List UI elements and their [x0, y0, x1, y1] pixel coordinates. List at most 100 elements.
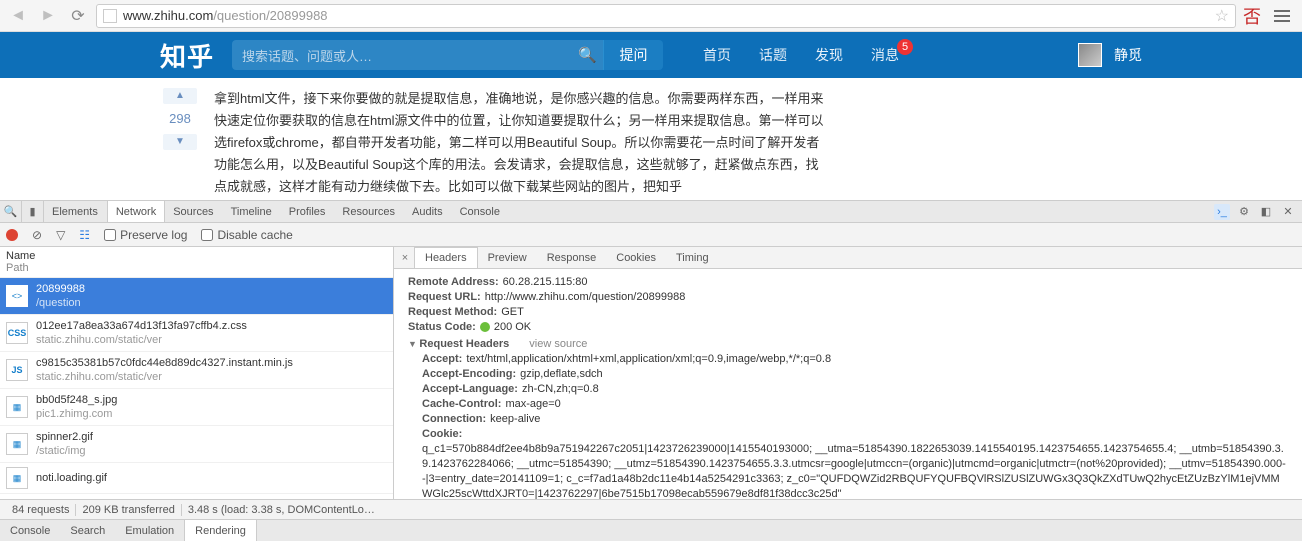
nav-home[interactable]: 首页	[703, 45, 731, 65]
settings-gear-icon[interactable]: ⚙	[1236, 204, 1252, 220]
ask-button[interactable]: 提问	[603, 40, 663, 70]
device-mode-icon[interactable]: ▮	[22, 201, 44, 222]
cache-control-value: max-age=0	[505, 397, 560, 412]
tab-resources[interactable]: Resources	[334, 201, 404, 222]
drawer-tab-rendering[interactable]: Rendering	[184, 520, 257, 541]
hamburger-menu-icon[interactable]	[1272, 6, 1292, 26]
reload-button[interactable]: ⟳	[66, 4, 90, 28]
filter-icon[interactable]: ▽	[56, 228, 65, 242]
vote-widget: ▲ 298 ▼	[160, 88, 200, 198]
detail-tab-response[interactable]: Response	[537, 247, 607, 268]
page-icon	[103, 9, 117, 23]
accept-value: text/html,application/xhtml+xml,applicat…	[466, 352, 831, 367]
search-input[interactable]: 搜索话题、问题或人… 🔍	[232, 40, 607, 70]
request-name: 012ee17a8ea33a674d13f13fa97cffb4.z.css	[36, 319, 247, 333]
tab-console[interactable]: Console	[452, 201, 509, 222]
request-name: bb0d5f248_s.jpg	[36, 393, 117, 407]
cookie-label: Cookie:	[422, 427, 462, 442]
request-row[interactable]: CSS012ee17a8ea33a674d13f13fa97cffb4.z.cs…	[0, 315, 393, 352]
forward-button[interactable]: ►	[36, 4, 60, 28]
accept-encoding-label: Accept-Encoding:	[422, 367, 516, 382]
preserve-log-checkbox[interactable]: Preserve log	[104, 228, 187, 242]
inspect-icon[interactable]: 🔍	[0, 201, 22, 222]
request-path: /static/img	[36, 444, 93, 458]
request-url-value: http://www.zhihu.com/question/20899988	[485, 290, 686, 305]
accept-language-value: zh-CN,zh;q=0.8	[522, 382, 599, 397]
request-path: static.zhihu.com/static/ver	[36, 333, 247, 347]
search-icon[interactable]: 🔍	[578, 46, 597, 64]
request-name: spinner2.gif	[36, 430, 93, 444]
connection-label: Connection:	[422, 412, 486, 427]
detail-tab-timing[interactable]: Timing	[666, 247, 719, 268]
request-url-label: Request URL:	[408, 290, 481, 305]
record-button[interactable]	[6, 229, 18, 241]
request-path: static.zhihu.com/static/ver	[36, 370, 293, 384]
cache-control-label: Cache-Control:	[422, 397, 501, 412]
drawer-tab-search[interactable]: Search	[60, 520, 115, 541]
main-nav: 首页 话题 发现 消息5	[703, 45, 899, 65]
page-content: ▲ 298 ▼ 拿到html文件，接下来你要做的就是提取信息，准确地说，是你感兴…	[0, 78, 1302, 200]
close-detail-icon[interactable]: ×	[396, 247, 414, 268]
site-logo[interactable]: 知乎	[160, 37, 214, 74]
avatar[interactable]	[1078, 43, 1102, 67]
detail-tabs: × Headers Preview Response Cookies Timin…	[394, 247, 1302, 269]
dock-side-icon[interactable]: ◧	[1258, 204, 1274, 220]
nav-discover[interactable]: 发现	[815, 45, 843, 65]
drawer-tab-emulation[interactable]: Emulation	[115, 520, 184, 541]
disable-cache-checkbox[interactable]: Disable cache	[201, 228, 292, 242]
request-path: pic1.zhimg.com	[36, 407, 117, 421]
request-row[interactable]: <>20899988/question	[0, 278, 393, 315]
request-name: noti.loading.gif	[36, 471, 107, 485]
back-button[interactable]: ◄	[6, 4, 30, 28]
user-menu[interactable]: 静觅	[1078, 43, 1142, 67]
tab-audits[interactable]: Audits	[404, 201, 452, 222]
answer-text: 拿到html文件，接下来你要做的就是提取信息，准确地说，是你感兴趣的信息。你需要…	[214, 88, 824, 198]
devtools-tabs: 🔍 ▮ Elements Network Sources Timeline Pr…	[0, 201, 1302, 223]
detail-tab-preview[interactable]: Preview	[478, 247, 537, 268]
file-type-icon: ▦	[6, 396, 28, 418]
load-timing: 3.48 s (load: 3.38 s, DOMContentLo…	[182, 504, 381, 516]
detail-tab-headers[interactable]: Headers	[414, 247, 478, 268]
site-header: 知乎 搜索话题、问题或人… 🔍 提问 首页 话题 发现 消息5 静觅	[0, 32, 1302, 78]
view-toggle-icon[interactable]: ☷	[79, 228, 90, 242]
devtools: 🔍 ▮ Elements Network Sources Timeline Pr…	[0, 200, 1302, 541]
tab-timeline[interactable]: Timeline	[223, 201, 281, 222]
cookie-value: q_c1=570b884df2ee4b8b9a751942267c2051|14…	[422, 442, 1288, 499]
request-method-label: Request Method:	[408, 305, 497, 320]
accept-language-label: Accept-Language:	[422, 382, 518, 397]
transferred-size: 209 KB transferred	[76, 504, 181, 516]
browser-toolbar: ◄ ► ⟳ www.zhihu.com/question/20899988 ☆ …	[0, 0, 1302, 32]
toggle-drawer-icon[interactable]: ›_	[1214, 204, 1230, 220]
request-row[interactable]: ▦spinner2.gif/static/img	[0, 426, 393, 463]
remote-address-label: Remote Address:	[408, 275, 499, 290]
tab-network[interactable]: Network	[107, 201, 165, 222]
request-list-header[interactable]: Name Path	[0, 247, 393, 278]
upvote-button[interactable]: ▲	[163, 88, 197, 104]
request-row[interactable]: ▦ bb0d5f248_s.jpgpic1.zhimg.com	[0, 389, 393, 426]
tab-elements[interactable]: Elements	[44, 201, 107, 222]
bookmark-star-icon[interactable]: ☆	[1215, 6, 1229, 26]
address-bar[interactable]: www.zhihu.com/question/20899988 ☆	[96, 4, 1236, 28]
request-row[interactable]: JSc9815c35381b57c0fdc44e8d89dc4327.insta…	[0, 352, 393, 389]
request-name: c9815c35381b57c0fdc44e8d89dc4327.instant…	[36, 356, 293, 370]
detail-tab-cookies[interactable]: Cookies	[606, 247, 666, 268]
request-row[interactable]: ▦noti.loading.gif	[0, 463, 393, 494]
request-method-value: GET	[501, 305, 524, 320]
nav-topics[interactable]: 话题	[759, 45, 787, 65]
extension-icon[interactable]: 否	[1242, 6, 1262, 26]
request-headers-section[interactable]: Request Headersview source	[408, 337, 1288, 352]
close-devtools-icon[interactable]: ✕	[1280, 204, 1296, 220]
request-path: /question	[36, 296, 85, 310]
devtools-drawer-tabs: Console Search Emulation Rendering	[0, 519, 1302, 541]
tab-profiles[interactable]: Profiles	[281, 201, 335, 222]
view-source-link[interactable]: view source	[529, 338, 587, 350]
remote-address-value: 60.28.215.115:80	[503, 275, 588, 290]
request-detail: × Headers Preview Response Cookies Timin…	[394, 247, 1302, 499]
status-code-value: 200 OK	[480, 320, 531, 335]
tab-sources[interactable]: Sources	[165, 201, 222, 222]
file-type-icon: <>	[6, 285, 28, 307]
nav-messages[interactable]: 消息5	[871, 45, 899, 65]
clear-button[interactable]: ⊘	[32, 228, 42, 242]
drawer-tab-console[interactable]: Console	[0, 520, 60, 541]
downvote-button[interactable]: ▼	[163, 134, 197, 150]
